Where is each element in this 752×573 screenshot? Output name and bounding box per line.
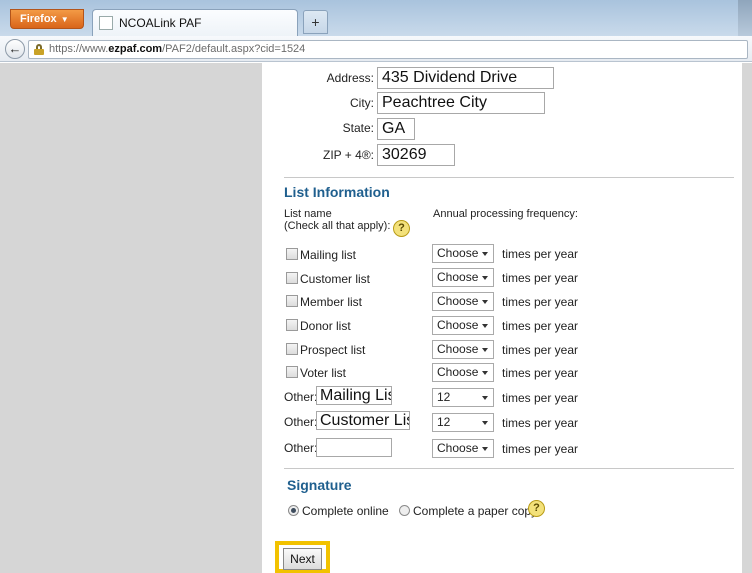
other-list-name-field[interactable]: Mailing List [316,386,392,405]
dropdown-arrow-icon [482,447,488,451]
frequency-value: Choose [437,365,479,379]
list-label: Donor list [300,319,351,333]
times-per-year-label: times per year [502,247,579,261]
frequency-value: Choose [437,318,479,332]
tab-title: NCOALink PAF [119,16,202,30]
divider [284,468,734,469]
frequency-select[interactable]: Choose [432,244,494,263]
frequency-select[interactable]: Choose [432,292,494,311]
firefox-menu-button[interactable]: Firefox ▼ [10,9,84,29]
frequency-value: Choose [437,294,479,308]
back-button[interactable]: ← [5,39,25,59]
complete-online-label: Complete online [302,504,389,518]
list-label: Customer list [300,272,371,286]
browser-navigation-bar: ← https://www.ezpaf.com/PAF2/default.asp… [0,36,752,62]
url-prefix: https://www. [49,43,109,55]
list-information-title: List Information [284,184,390,200]
browser-tab-bar: Firefox ▼ NCOALink PAF + [0,0,752,36]
dropdown-arrow-icon [482,276,488,280]
times-per-year-label: times per year [502,366,579,380]
list-label: Voter list [300,366,347,380]
frequency-value: Choose [437,270,479,284]
signature-title: Signature [287,477,352,493]
next-button[interactable]: Next [283,548,322,570]
frequency-value: Choose [437,342,479,356]
mailing-list-checkbox[interactable] [286,248,298,260]
voter-list-checkbox[interactable] [286,366,298,378]
dropdown-arrow-icon [482,324,488,328]
frequency-header: Annual processing frequency: [433,208,578,220]
frequency-select[interactable]: Choose [432,316,494,335]
firefox-menu-label: Firefox [20,13,57,25]
back-arrow-icon: ← [8,41,22,56]
form-content [262,63,742,573]
state-field[interactable]: GA [377,118,415,140]
city-field[interactable]: Peachtree City [377,92,545,114]
frequency-value: 12 [437,415,451,429]
list-label: Mailing list [300,248,357,262]
donor-list-checkbox[interactable] [286,319,298,331]
other-list-name-field[interactable] [316,438,392,457]
lock-icon [34,44,44,55]
times-per-year-label: times per year [502,295,579,309]
zip-label: ZIP + 4®: [323,148,374,162]
page-favicon-icon [99,16,113,30]
right-gray-panel [742,63,752,573]
dropdown-arrow-icon [482,300,488,304]
frequency-select[interactable]: 12 [432,388,494,407]
list-label: Member list [300,295,363,309]
address-field[interactable]: 435 Dividend Drive [377,67,554,89]
list-help-icon[interactable]: ? [393,220,410,237]
times-per-year-label: times per year [502,319,579,333]
complete-paper-label: Complete a paper copy [413,504,538,518]
complete-online-radio[interactable] [288,505,299,516]
list-name-header: List name [284,208,332,220]
times-per-year-label: times per year [502,416,579,430]
complete-paper-radio[interactable] [399,505,410,516]
url-path: /PAF2/default.aspx?cid=1524 [162,43,306,55]
address-label: Address: [326,71,374,85]
address-bar[interactable]: https://www.ezpaf.com/PAF2/default.aspx?… [28,40,748,59]
url-domain: ezpaf.com [108,43,163,55]
tab-bar-edge [738,0,752,36]
new-tab-button[interactable]: + [303,10,328,34]
frequency-select[interactable]: Choose [432,340,494,359]
dropdown-arrow-icon [482,348,488,352]
other-label: Other: [284,441,318,455]
frequency-select[interactable]: Choose [432,268,494,287]
dropdown-arrow-icon [482,421,488,425]
prospect-list-checkbox[interactable] [286,343,298,355]
left-gray-panel [0,63,262,573]
frequency-select[interactable]: Choose [432,363,494,382]
dropdown-arrow-icon [482,252,488,256]
dropdown-arrow-icon [482,371,488,375]
tab-ncoalink-paf[interactable]: NCOALink PAF [92,9,298,36]
member-list-checkbox[interactable] [286,295,298,307]
times-per-year-label: times per year [502,271,579,285]
other-label: Other: [284,415,318,429]
other-list-name-field[interactable]: Customer List [316,411,410,430]
list-label: Prospect list [300,343,366,357]
dropdown-arrow-icon [482,396,488,400]
times-per-year-label: times per year [502,442,579,456]
frequency-value: 12 [437,390,451,404]
signature-help-icon[interactable]: ? [528,500,545,517]
frequency-select[interactable]: 12 [432,413,494,432]
times-per-year-label: times per year [502,391,579,405]
divider [284,177,734,178]
frequency-select[interactable]: Choose [432,439,494,458]
times-per-year-label: times per year [502,343,579,357]
zip-field[interactable]: 30269 [377,144,455,166]
frequency-value: Choose [437,246,479,260]
check-all-hint: (Check all that apply): [284,220,391,232]
chevron-down-icon: ▼ [60,15,69,24]
other-label: Other: [284,390,318,404]
customer-list-checkbox[interactable] [286,272,298,284]
city-label: City: [350,96,374,110]
state-label: State: [342,121,374,135]
frequency-value: Choose [437,441,479,455]
